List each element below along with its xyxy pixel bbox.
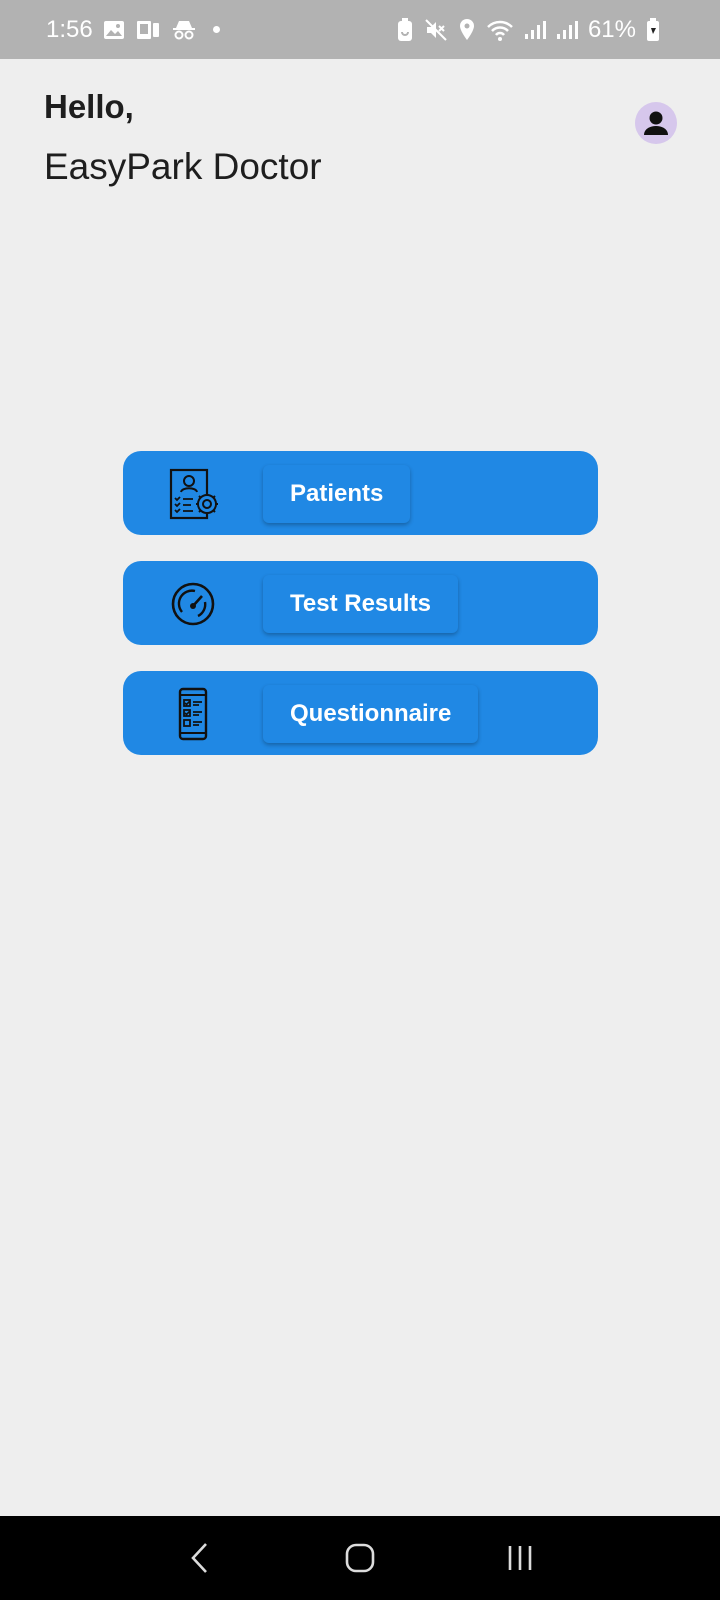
back-button[interactable] xyxy=(170,1528,230,1588)
wifi-icon xyxy=(486,19,514,41)
gauge-icon xyxy=(165,576,221,632)
recent-apps-button[interactable] xyxy=(490,1528,550,1588)
cast-icon xyxy=(135,19,161,41)
gallery-icon xyxy=(103,20,125,40)
person-icon xyxy=(641,108,671,138)
greeting-text: Hello, xyxy=(44,88,134,125)
home-icon xyxy=(344,1542,376,1574)
status-right: 61% xyxy=(396,16,660,44)
questionnaire-label: Questionnaire xyxy=(290,700,452,727)
phone-checklist-icon xyxy=(165,686,221,742)
battery-icon xyxy=(646,17,660,42)
location-icon xyxy=(458,18,476,42)
test-results-button[interactable]: Test Results xyxy=(263,575,458,633)
signal-icon xyxy=(556,20,578,40)
incognito-icon xyxy=(171,19,197,41)
recent-apps-icon xyxy=(505,1543,535,1573)
menu-card-patients[interactable]: Patients xyxy=(123,451,598,535)
signal-icon xyxy=(524,20,546,40)
status-time: 1:56 xyxy=(46,15,93,43)
mute-icon xyxy=(424,18,448,42)
home-button[interactable] xyxy=(330,1528,390,1588)
patients-button[interactable]: Patients xyxy=(263,465,411,523)
menu-card-questionnaire[interactable]: Questionnaire xyxy=(123,671,598,755)
back-chevron-icon xyxy=(188,1541,212,1575)
profile-avatar-button[interactable] xyxy=(635,102,677,144)
questionnaire-button[interactable]: Questionnaire xyxy=(263,685,479,743)
patient-profile-icon xyxy=(165,466,221,522)
status-bar: 1:56 61% xyxy=(0,0,720,59)
system-nav-bar xyxy=(0,1516,720,1600)
test-results-label: Test Results xyxy=(290,590,431,617)
battery-percentage: 61% xyxy=(587,15,636,43)
header: Hello, EasyPark Doctor xyxy=(44,88,322,188)
status-left: 1:56 xyxy=(46,16,220,44)
menu-card-test-results[interactable]: Test Results xyxy=(123,561,598,645)
main-menu: Patients Test Results Questionnaire xyxy=(123,451,598,781)
notification-dot xyxy=(212,26,220,33)
user-name: EasyPark Doctor xyxy=(44,146,322,187)
battery-saver-icon xyxy=(396,17,414,42)
patients-label: Patients xyxy=(290,480,384,507)
